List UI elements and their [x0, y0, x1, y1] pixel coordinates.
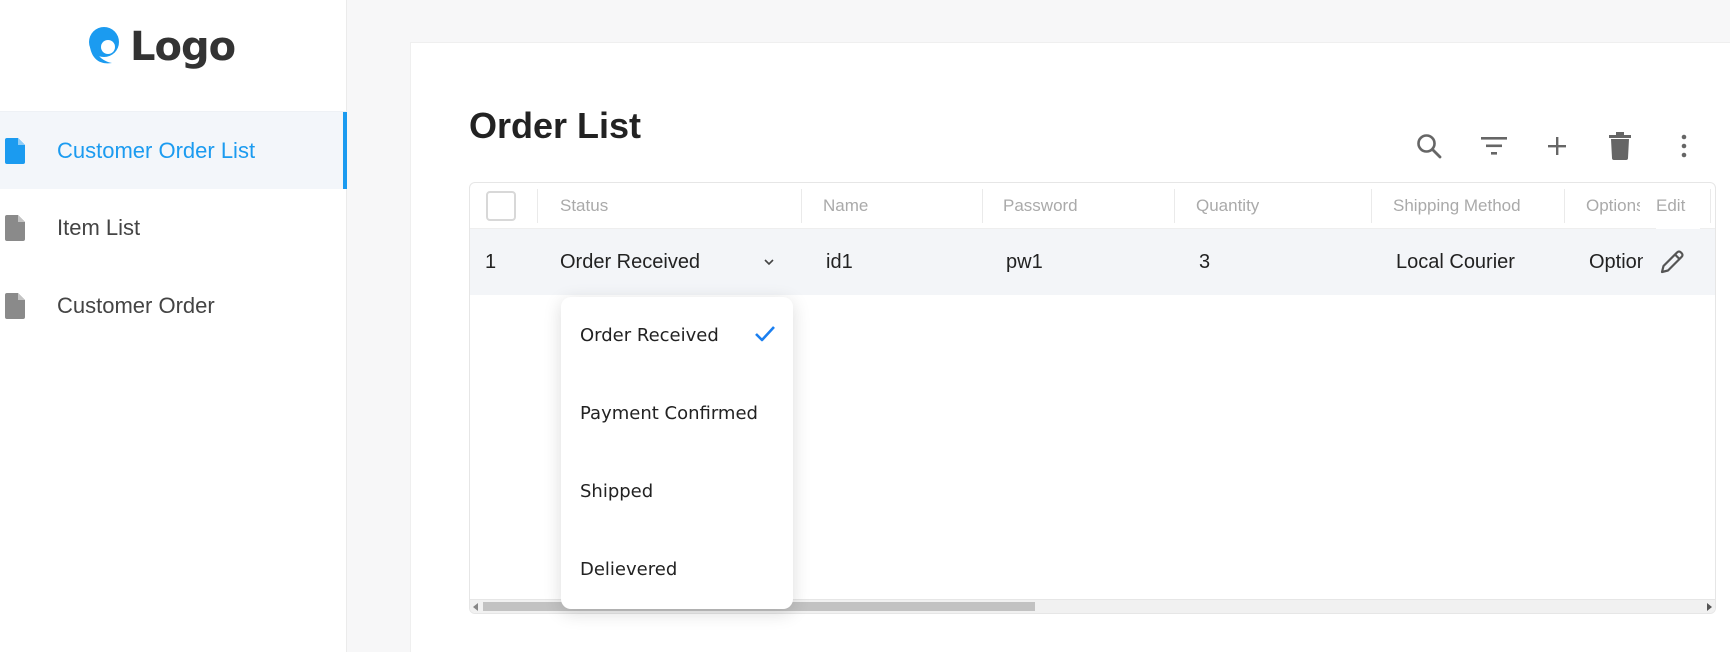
- document-icon: [5, 215, 25, 241]
- column-divider: [1174, 189, 1175, 223]
- select-all-checkbox[interactable]: [486, 191, 516, 221]
- status-option-label: Order Received: [580, 325, 719, 346]
- column-divider: [801, 189, 802, 223]
- column-header-password[interactable]: Password: [1003, 183, 1078, 229]
- more-vert-icon: [1681, 134, 1687, 158]
- page-title: Order List: [469, 105, 642, 146]
- status-select-value: Order Received: [560, 251, 701, 273]
- cell-quantity: 3: [1199, 251, 1211, 273]
- column-header-edit[interactable]: Edit: [1656, 183, 1700, 229]
- status-dropdown-menu: Order Received Payment Confirmed Shipped…: [561, 297, 793, 609]
- sidebar: Logo Customer Order List Item List Custo…: [0, 0, 347, 652]
- sidebar-nav: Customer Order List Item List Customer O…: [0, 111, 347, 345]
- logo[interactable]: Logo: [84, 24, 236, 70]
- table-header: Status Name Password Quantity Shipping M…: [470, 183, 1715, 229]
- search-icon: [1417, 134, 1442, 159]
- column-header-status[interactable]: Status: [560, 183, 608, 229]
- status-option-label: Shipped: [580, 481, 654, 502]
- column-header-shipping-method[interactable]: Shipping Method: [1393, 183, 1521, 229]
- status-option-payment-confirmed[interactable]: Payment Confirmed: [561, 375, 793, 453]
- sidebar-item-label: Customer Order: [57, 293, 215, 318]
- status-option-delievered[interactable]: Delievered: [561, 531, 793, 609]
- column-divider: [537, 189, 538, 223]
- column-divider: [982, 189, 983, 223]
- chevron-down-icon[interactable]: [762, 255, 776, 269]
- cell-options: Options: [1589, 251, 1643, 273]
- document-icon: [5, 293, 25, 319]
- check-icon: [755, 326, 775, 342]
- column-header-options[interactable]: Options: [1586, 183, 1640, 229]
- filter-button[interactable]: [1476, 128, 1512, 164]
- delete-icon: [1609, 132, 1631, 160]
- cell-shipping-method: Local Courier: [1396, 251, 1515, 273]
- filter-icon: [1481, 137, 1507, 155]
- status-select[interactable]: Order Received: [560, 229, 780, 295]
- cell-name: id1: [826, 251, 853, 273]
- search-button[interactable]: [1411, 128, 1447, 164]
- sidebar-item-customer-order[interactable]: Customer Order: [0, 267, 347, 345]
- sidebar-item-label: Customer Order List: [57, 137, 256, 163]
- column-divider: [1710, 189, 1711, 223]
- column-header-name[interactable]: Name: [823, 183, 868, 229]
- cell-password: pw1: [1006, 251, 1043, 273]
- scroll-left-icon[interactable]: [473, 603, 478, 611]
- row-index: 1: [485, 251, 497, 273]
- add-button[interactable]: [1539, 128, 1575, 164]
- scroll-right-icon[interactable]: [1707, 603, 1712, 611]
- logo-text: Logo: [130, 24, 236, 70]
- column-divider: [1564, 189, 1565, 223]
- add-icon: [1548, 137, 1566, 155]
- delete-button[interactable]: [1602, 128, 1638, 164]
- status-option-shipped[interactable]: Shipped: [561, 453, 793, 531]
- document-icon: [5, 138, 25, 164]
- logo-icon: [89, 27, 119, 64]
- status-option-label: Payment Confirmed: [580, 403, 758, 424]
- status-option-label: Delievered: [580, 559, 678, 580]
- sidebar-item-label: Item List: [57, 215, 141, 240]
- sidebar-item-customer-order-list[interactable]: Customer Order List: [0, 111, 347, 189]
- column-divider: [1371, 189, 1372, 223]
- column-header-quantity[interactable]: Quantity: [1196, 183, 1259, 229]
- edit-icon[interactable]: [1656, 246, 1688, 278]
- status-option-order-received[interactable]: Order Received: [561, 297, 793, 375]
- table-row[interactable]: 1 Order Received id1 pw1 3 Local Courier…: [470, 229, 1715, 295]
- sidebar-item-item-list[interactable]: Item List: [0, 189, 347, 267]
- more-button[interactable]: [1666, 128, 1702, 164]
